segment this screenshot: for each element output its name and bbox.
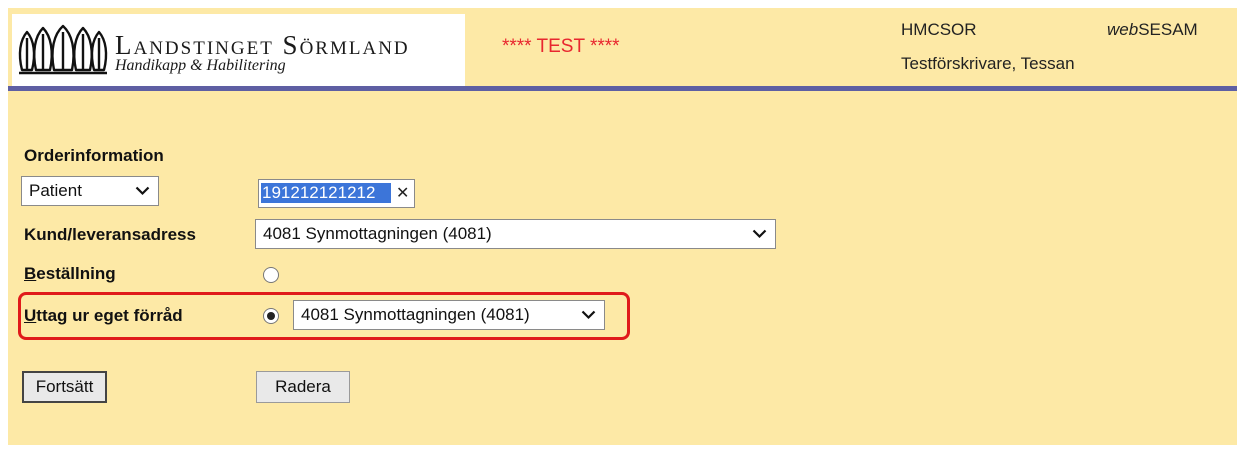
delete-button[interactable]: Radera — [256, 371, 350, 403]
customer-address-select[interactable]: 4081 Synmottagningen (4081) — [255, 219, 776, 249]
app-name-prefix: web — [1107, 20, 1139, 39]
app-name: webSESAM — [1107, 20, 1198, 40]
continue-button[interactable]: Fortsätt — [22, 371, 107, 403]
id-type-select[interactable]: Patient — [21, 176, 159, 206]
personal-number-value: 191212121212 — [261, 183, 391, 203]
order-radio[interactable] — [263, 267, 279, 283]
header-divider — [8, 86, 1237, 91]
chevron-down-icon — [135, 186, 150, 196]
section-title: Orderinformation — [24, 146, 164, 165]
customer-address-label: Kund/leveransadress — [24, 225, 196, 244]
test-environment-banner: **** TEST **** — [502, 36, 620, 57]
own-stock-label-rest: ttag ur eget förråd — [36, 306, 183, 325]
close-icon[interactable]: ✕ — [396, 183, 409, 203]
chevron-down-icon — [752, 229, 767, 239]
own-stock-select-value: 4081 Synmottagningen (4081) — [301, 305, 530, 324]
own-stock-select[interactable]: 4081 Synmottagningen (4081) — [293, 300, 605, 330]
order-label: Beställning — [24, 264, 116, 284]
customer-address-select-value: 4081 Synmottagningen (4081) — [263, 224, 492, 243]
order-label-rest: eställning — [36, 264, 116, 283]
app-name-suffix: SESAM — [1138, 20, 1198, 39]
org-subtitle: Handikapp & Habilitering — [115, 57, 286, 74]
chevron-down-icon — [581, 310, 596, 320]
landstinget-logo-icon — [18, 24, 108, 75]
user-code: HMCSOR — [901, 20, 977, 39]
personal-number-input[interactable]: 191212121212 ✕ — [258, 179, 415, 208]
user-name: Testförskrivare, Tessan — [901, 54, 1075, 73]
id-type-select-value: Patient — [29, 181, 82, 200]
page: Landstinget Sörmland Handikapp & Habilit… — [8, 8, 1237, 445]
own-stock-label: Uttag ur eget förråd — [24, 306, 183, 326]
order-label-accesskey: B — [24, 264, 37, 283]
own-stock-label-accesskey: U — [24, 306, 37, 325]
logo: Landstinget Sörmland Handikapp & Habilit… — [12, 14, 465, 86]
own-stock-radio[interactable] — [263, 308, 279, 324]
